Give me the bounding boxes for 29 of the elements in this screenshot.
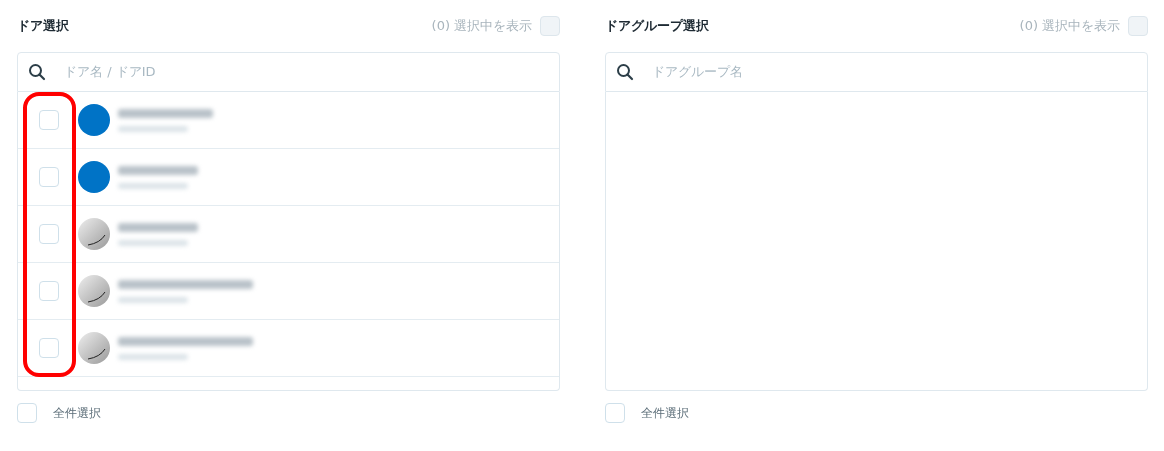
device-icon	[78, 275, 110, 307]
blurred-text	[118, 296, 188, 303]
selected-count: (0)	[1019, 17, 1038, 36]
blurred-text	[118, 125, 188, 132]
select-all-checkbox[interactable]	[17, 403, 37, 423]
row-checkbox[interactable]	[39, 224, 59, 244]
panel-title: ドア選択	[17, 17, 69, 36]
device-icon	[78, 218, 110, 250]
panel-title: ドアグループ選択	[605, 17, 709, 36]
row-checkbox[interactable]	[39, 338, 59, 358]
blurred-text	[118, 353, 188, 360]
blurred-text	[118, 239, 188, 246]
selected-count: (0)	[431, 17, 450, 36]
show-selected-checkbox[interactable]	[540, 16, 560, 36]
search-icon	[28, 63, 46, 81]
show-selected-checkbox[interactable]	[1128, 16, 1148, 36]
row-checkbox[interactable]	[39, 167, 59, 187]
select-all-label: 全件選択	[641, 405, 689, 422]
row-checkbox[interactable]	[39, 281, 59, 301]
search-icon	[616, 63, 634, 81]
search-field[interactable]: ドア名 / ドアID	[17, 52, 560, 92]
row-checkbox[interactable]	[39, 110, 59, 130]
select-all-checkbox[interactable]	[605, 403, 625, 423]
show-selected-label: 選択中を表示	[1042, 17, 1120, 36]
select-all-label: 全件選択	[53, 405, 101, 422]
device-icon	[78, 332, 110, 364]
blurred-text	[118, 182, 188, 189]
search-field[interactable]: ドアグループ名	[605, 52, 1148, 92]
show-selected-label: 選択中を表示	[454, 17, 532, 36]
